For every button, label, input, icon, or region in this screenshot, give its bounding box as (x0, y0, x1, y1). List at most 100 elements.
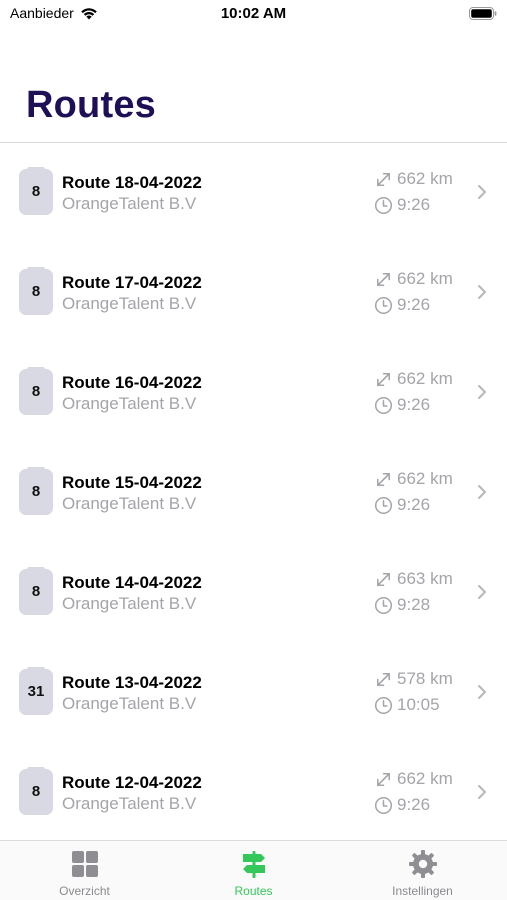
route-row[interactable]: 8 Route 18-04-2022 OrangeTalent B.V 662 … (0, 143, 507, 243)
tab-instellingen[interactable]: Instellingen (338, 841, 507, 900)
tab-label: Instellingen (392, 884, 453, 898)
duration-value: 9:26 (397, 495, 431, 514)
clipboard-badge-icon: 8 (19, 767, 53, 815)
duration-value: 9:28 (397, 595, 431, 614)
distance-value: 662 km (397, 769, 453, 788)
route-duration: 10:05 (374, 695, 440, 715)
clock-icon (374, 296, 393, 314)
duration-value: 9:26 (397, 195, 431, 214)
route-distance: 662 km (374, 469, 453, 489)
stop-count: 8 (31, 783, 41, 800)
route-distance: 662 km (374, 769, 453, 789)
chevron-right-icon (478, 385, 486, 399)
tab-overzicht[interactable]: Overzicht (0, 841, 169, 900)
route-distance: 662 km (374, 369, 453, 389)
clock-icon (374, 396, 393, 414)
route-distance: 662 km (374, 169, 453, 189)
route-distance: 578 km (374, 669, 453, 689)
chevron-right-icon (478, 485, 486, 499)
clock-icon (374, 496, 393, 514)
route-distance: 663 km (374, 569, 453, 589)
stop-count: 8 (31, 483, 41, 500)
chevron-right-icon (478, 185, 486, 199)
route-title: Route 16-04-2022 (62, 373, 202, 392)
route-company: OrangeTalent B.V (62, 494, 197, 513)
clipboard-badge-icon: 8 (19, 167, 53, 215)
chevron-right-icon (478, 285, 486, 299)
clipboard-badge-icon: 8 (19, 367, 53, 415)
stop-count: 8 (31, 583, 41, 600)
routes-screen: Aanbieder 10:02 AM Routes 8 Route 18-04-… (0, 0, 507, 900)
clock-icon (374, 696, 393, 714)
distance-value: 662 km (397, 169, 453, 188)
route-title: Route 17-04-2022 (62, 273, 202, 292)
diagonal-arrows-icon (377, 772, 390, 786)
route-list: 8 Route 18-04-2022 OrangeTalent B.V 662 … (0, 143, 507, 843)
chevron-right-icon (478, 785, 486, 799)
diagonal-arrows-icon (377, 372, 390, 386)
distance-value: 662 km (397, 269, 453, 288)
tab-label: Overzicht (59, 884, 110, 898)
route-company: OrangeTalent B.V (62, 694, 197, 713)
route-row[interactable]: 8 Route 15-04-2022 OrangeTalent B.V 662 … (0, 443, 507, 543)
page-title: Routes (26, 84, 156, 126)
status-bar: Aanbieder 10:02 AM (0, 0, 507, 30)
tab-label: Routes (234, 884, 273, 898)
route-duration: 9:26 (374, 295, 430, 315)
stop-count: 31 (27, 683, 45, 700)
route-title: Route 18-04-2022 (62, 173, 202, 192)
distance-value: 663 km (397, 569, 453, 588)
route-company: OrangeTalent B.V (62, 194, 197, 213)
distance-value: 662 km (397, 469, 453, 488)
route-row[interactable]: 8 Route 16-04-2022 OrangeTalent B.V 662 … (0, 343, 507, 443)
route-company: OrangeTalent B.V (62, 594, 197, 613)
status-time: 10:02 AM (220, 5, 287, 22)
route-row[interactable]: 31 Route 13-04-2022 OrangeTalent B.V 578… (0, 643, 507, 743)
tab-routes[interactable]: Routes (169, 841, 338, 900)
clipboard-badge-icon: 8 (19, 567, 53, 615)
route-title: Route 14-04-2022 (62, 573, 202, 592)
clipboard-badge-icon: 31 (19, 667, 53, 715)
route-duration: 9:26 (374, 495, 430, 515)
route-row[interactable]: 8 Route 17-04-2022 OrangeTalent B.V 662 … (0, 243, 507, 343)
route-title: Route 12-04-2022 (62, 773, 202, 792)
signpost-icon (242, 851, 265, 878)
clipboard-badge-icon: 8 (19, 267, 53, 315)
tab-bar: Overzicht Routes Instellingen (0, 840, 507, 900)
clock-icon (374, 196, 393, 214)
route-title: Route 15-04-2022 (62, 473, 202, 492)
duration-value: 9:26 (397, 795, 431, 814)
route-duration: 9:26 (374, 795, 430, 815)
chevron-right-icon (478, 585, 486, 599)
duration-value: 10:05 (397, 695, 440, 714)
clipboard-badge-icon: 8 (19, 467, 53, 515)
chevron-right-icon (478, 685, 486, 699)
stop-count: 8 (31, 183, 41, 200)
stop-count: 8 (31, 383, 41, 400)
route-company: OrangeTalent B.V (62, 794, 197, 813)
diagonal-arrows-icon (377, 572, 390, 586)
diagonal-arrows-icon (377, 472, 390, 486)
route-row[interactable]: 8 Route 12-04-2022 OrangeTalent B.V 662 … (0, 743, 507, 843)
battery-icon (469, 7, 497, 20)
route-title: Route 13-04-2022 (62, 673, 202, 692)
gear-icon (408, 850, 437, 878)
diagonal-arrows-icon (377, 672, 390, 686)
route-duration: 9:28 (374, 595, 430, 615)
diagonal-arrows-icon (377, 272, 390, 286)
route-company: OrangeTalent B.V (62, 394, 197, 413)
route-duration: 9:26 (374, 195, 430, 215)
route-duration: 9:26 (374, 395, 430, 415)
route-company: OrangeTalent B.V (62, 294, 197, 313)
clock-icon (374, 596, 393, 614)
clock-icon (374, 796, 393, 814)
diagonal-arrows-icon (377, 172, 390, 186)
grid-icon (71, 851, 98, 877)
route-distance: 662 km (374, 269, 453, 289)
duration-value: 9:26 (397, 395, 431, 414)
duration-value: 9:26 (397, 295, 431, 314)
distance-value: 662 km (397, 369, 453, 388)
route-row[interactable]: 8 Route 14-04-2022 OrangeTalent B.V 663 … (0, 543, 507, 643)
stop-count: 8 (31, 283, 41, 300)
distance-value: 578 km (397, 669, 453, 688)
